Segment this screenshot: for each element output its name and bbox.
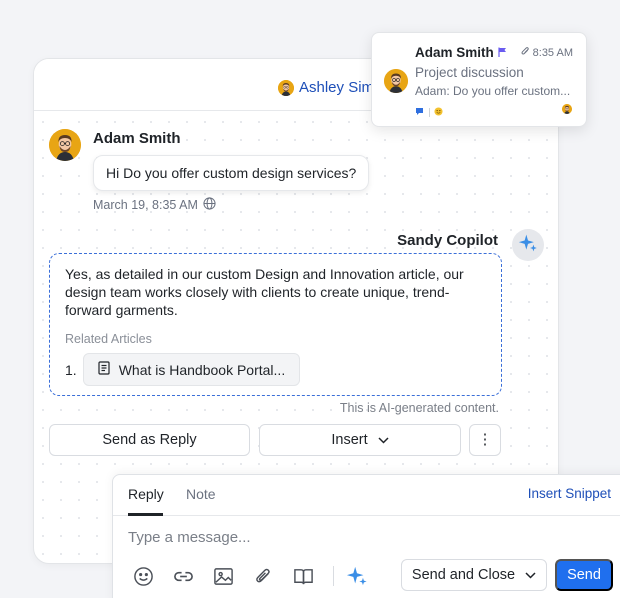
- flag-icon: [498, 45, 507, 60]
- divider: [429, 107, 430, 117]
- notification-preview: Adam: Do you offer custom...: [415, 84, 571, 98]
- header-user-name[interactable]: Ashley Simp: [299, 79, 382, 96]
- chat-icon: [415, 103, 425, 121]
- notification-subject: Project discussion: [415, 65, 524, 80]
- insert-button[interactable]: Insert: [259, 424, 461, 456]
- toolbar-divider: [333, 566, 334, 586]
- globe-icon: [203, 197, 216, 213]
- copilot-avatar: [512, 229, 544, 261]
- chevron-down-icon: [525, 567, 536, 583]
- list-item: 1. What is Handbook Portal...: [65, 353, 486, 386]
- notification-sender: Adam Smith: [415, 45, 507, 60]
- more-options-button[interactable]: ⋮: [469, 424, 501, 456]
- message-meta: March 19, 8:35 AM: [93, 197, 216, 213]
- composer-tabs: Reply Note Insert Snippet: [113, 475, 620, 516]
- header-assignee[interactable]: Ashley Simp: [278, 79, 382, 96]
- send-and-close-label: Send and Close: [411, 567, 516, 583]
- tab-note[interactable]: Note: [186, 486, 216, 502]
- ai-generated-note: This is AI-generated content.: [339, 401, 499, 415]
- message-input[interactable]: [128, 529, 528, 546]
- notification-time-text: 8:35 AM: [532, 46, 573, 59]
- sender-name: Adam Smith: [93, 130, 181, 147]
- insert-snippet-link[interactable]: Insert Snippet: [528, 486, 611, 501]
- link-icon[interactable]: [173, 565, 213, 587]
- tab-reply[interactable]: Reply: [128, 486, 164, 502]
- reply-composer: Reply Note Insert Snippet Send and Close: [112, 474, 620, 598]
- kebab-icon: ⋮: [477, 432, 493, 448]
- send-as-reply-button[interactable]: Send as Reply: [49, 424, 250, 456]
- emoji-icon: [434, 103, 443, 121]
- ai-suggestion-box: Yes, as detailed in our custom Design an…: [49, 253, 502, 396]
- sparkle-icon[interactable]: [346, 565, 386, 587]
- copilot-name: Sandy Copilot: [397, 232, 498, 249]
- notification-time: 8:35 AM: [521, 46, 573, 59]
- composer-toolbar: [133, 565, 386, 587]
- notification-card[interactable]: Adam Smith 8:35 AM Project discussion Ad…: [371, 32, 587, 127]
- send-label: Send: [567, 567, 601, 583]
- assignee-avatar: [562, 104, 572, 114]
- sender-avatar: [49, 129, 81, 161]
- send-as-reply-label: Send as Reply: [102, 432, 197, 448]
- paperclip-icon[interactable]: [253, 565, 293, 587]
- book-icon[interactable]: [293, 565, 333, 587]
- message-bubble: Hi Do you offer custom design services?: [93, 155, 370, 191]
- active-tab-indicator: [128, 513, 163, 516]
- article-number: 1.: [65, 361, 77, 378]
- notification-avatar: [384, 69, 408, 93]
- sparkle-icon: [518, 233, 538, 258]
- insert-label: Insert: [331, 432, 368, 448]
- article-title: What is Handbook Portal...: [118, 361, 286, 378]
- related-article-link[interactable]: What is Handbook Portal...: [82, 353, 301, 386]
- header-avatar: [278, 79, 294, 96]
- paperclip-icon: [521, 46, 530, 59]
- related-articles-label: Related Articles: [65, 332, 152, 346]
- notification-sender-name: Adam Smith: [415, 45, 494, 60]
- notification-channel-icons: [415, 103, 443, 121]
- document-icon: [98, 361, 111, 378]
- chevron-down-icon: [378, 432, 389, 448]
- message-timestamp: March 19, 8:35 AM: [93, 198, 198, 212]
- send-button[interactable]: Send: [555, 559, 613, 591]
- ai-response-text: Yes, as detailed in our custom Design an…: [65, 266, 464, 318]
- send-and-close-button[interactable]: Send and Close: [401, 559, 547, 591]
- emoji-icon[interactable]: [133, 565, 173, 587]
- image-icon[interactable]: [213, 565, 253, 587]
